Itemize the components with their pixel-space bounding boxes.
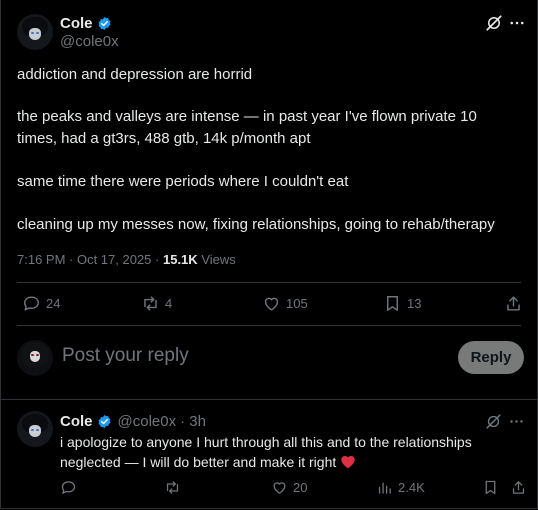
author-name[interactable]: Cole — [60, 15, 93, 32]
post-text-line: addiction and depression are horrid — [17, 66, 253, 83]
heart-icon — [273, 482, 286, 494]
reply-button[interactable]: Reply — [458, 341, 524, 374]
post-text-line: times, had a gt3rs, 488 gtb, 14k p/month… — [17, 130, 311, 147]
reply-views-action[interactable]: 2.4K — [376, 479, 425, 496]
grok-icon[interactable] — [485, 14, 503, 32]
share-action[interactable] — [504, 294, 523, 313]
like-count: 105 — [286, 296, 308, 311]
repost-count: 4 — [165, 296, 173, 311]
post-text-line: the peaks and valleys are intense — in p… — [17, 108, 477, 125]
reply-reply-action[interactable] — [60, 479, 77, 496]
post-timestamp[interactable]: 7:16 PM · Oct 17, 2025 · — [17, 252, 159, 267]
views-count: 15.1K — [162, 252, 198, 267]
reply-views-count: 2.4K — [398, 480, 425, 495]
repost-icon — [144, 296, 157, 311]
reply-count: 24 — [46, 296, 61, 311]
repost-icon — [166, 481, 179, 494]
repost-action[interactable]: 4 — [141, 294, 172, 313]
red-heart-emoji-icon — [341, 456, 355, 469]
author-handle[interactable]: @cole0x — [60, 33, 119, 50]
more-options-icon[interactable] — [508, 413, 525, 430]
grok-icon[interactable] — [485, 413, 502, 430]
reply-text-line: neglected — I will do better and make it… — [60, 454, 337, 470]
comment-icon — [24, 296, 39, 311]
divider — [17, 325, 521, 326]
post-meta: 7:16 PM · Oct 17, 2025 · 15.1K Views — [17, 252, 236, 267]
more-options-icon[interactable] — [508, 14, 526, 32]
bookmark-icon — [387, 296, 398, 311]
reply-time[interactable]: · 3h — [180, 413, 206, 430]
own-avatar — [17, 340, 53, 376]
verified-badge-icon — [98, 16, 110, 31]
reply-text-line: i apologize to anyone I hurt through all… — [60, 434, 472, 450]
analytics-icon — [378, 482, 391, 494]
heart-icon — [264, 297, 279, 311]
comment-icon — [61, 481, 76, 494]
bookmark-icon — [485, 480, 496, 495]
share-icon — [512, 481, 525, 494]
reply-author-avatar[interactable] — [17, 411, 53, 447]
reply-input[interactable]: Post your reply — [62, 345, 189, 367]
divider — [0, 399, 538, 400]
verified-badge-icon — [98, 414, 110, 429]
reply-bookmark-action[interactable] — [482, 479, 499, 496]
reply-like-action[interactable]: 20 — [271, 479, 307, 496]
post-text-line: same time there were periods where I cou… — [17, 173, 349, 190]
reply-like-count: 20 — [293, 480, 308, 495]
divider — [17, 282, 521, 283]
views-label: Views — [201, 252, 236, 267]
reply-author-handle[interactable]: @cole0x — [118, 413, 177, 430]
reply-text: i apologize to anyone I hurt through all… — [60, 432, 472, 472]
reply-author-name[interactable]: Cole — [60, 413, 93, 430]
bookmark-action[interactable]: 13 — [383, 294, 421, 313]
reply-share-action[interactable] — [510, 479, 527, 496]
bookmark-count: 13 — [407, 296, 422, 311]
share-icon — [507, 296, 520, 311]
like-action[interactable]: 105 — [262, 294, 308, 313]
post-text-line: cleaning up my messes now, fixing relati… — [17, 216, 495, 233]
reply-repost-action[interactable] — [164, 479, 181, 496]
reply-action[interactable]: 24 — [22, 294, 60, 313]
author-avatar[interactable] — [17, 14, 53, 50]
